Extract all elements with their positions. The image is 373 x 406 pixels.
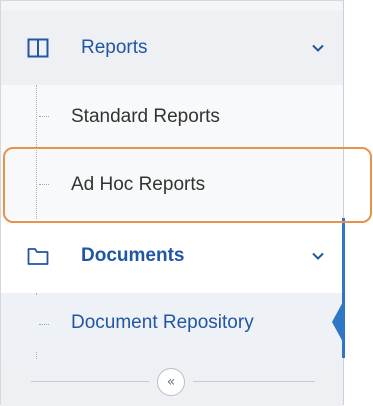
tree-connector — [39, 324, 49, 326]
tree-connector — [39, 116, 49, 118]
reports-subnav: Standard Reports Ad Hoc Reports — [1, 85, 343, 219]
subnav-item-document-repository[interactable]: Document Repository — [1, 295, 343, 351]
chevron-down-icon[interactable] — [311, 249, 325, 263]
section-header-documents[interactable]: Documents — [1, 219, 343, 293]
subnav-item-label: Ad Hoc Reports — [71, 174, 206, 195]
divider — [31, 381, 149, 382]
subnav-item-label: Standard Reports — [71, 106, 220, 127]
section-label-documents: Documents — [81, 245, 185, 266]
tree-connector — [39, 184, 49, 186]
subnav-item-standard-reports[interactable]: Standard Reports — [1, 87, 343, 147]
collapse-row: « — [1, 359, 343, 406]
subnav-item-label: Document Repository — [71, 312, 254, 333]
section-header-reports[interactable]: Reports — [1, 11, 343, 85]
columns-icon — [27, 38, 49, 58]
active-item-pointer — [332, 300, 344, 344]
collapse-sidebar-button[interactable]: « — [157, 368, 185, 396]
divider — [193, 381, 315, 382]
sidebar: Reports Standard Reports Ad Hoc Reports … — [0, 0, 343, 406]
double-chevron-left-icon: « — [166, 374, 176, 390]
subnav-item-ad-hoc-reports[interactable]: Ad Hoc Reports — [1, 155, 343, 215]
chevron-down-icon[interactable] — [311, 41, 325, 55]
folder-icon — [27, 248, 49, 265]
section-label-reports: Reports — [81, 37, 148, 58]
